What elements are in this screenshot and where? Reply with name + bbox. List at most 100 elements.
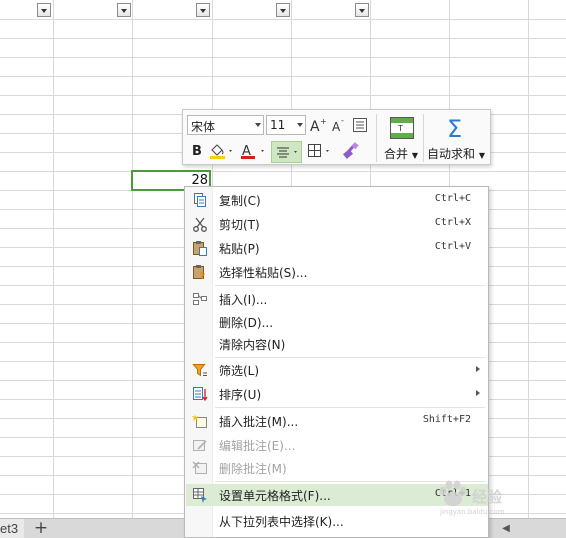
- format-painter-icon: [343, 142, 359, 159]
- align-center-button[interactable]: [271, 141, 302, 163]
- borders-icon: [308, 144, 329, 157]
- menu-item-shortcut: Ctrl+V: [434, 241, 471, 252]
- menu-item-cut[interactable]: 剪切(T) Ctrl+X: [186, 213, 488, 235]
- autosum-icon-button[interactable]: Σ: [441, 114, 471, 142]
- gridline: [132, 0, 133, 518]
- menu-item-sort[interactable]: 排序(U): [186, 383, 488, 405]
- gridline: [0, 57, 566, 58]
- submenu-arrow-icon: [476, 366, 480, 372]
- bold-button[interactable]: B: [188, 141, 206, 161]
- sheet-tab[interactable]: et3: [0, 519, 25, 538]
- menu-item-clear-contents[interactable]: 清除内容(N): [186, 333, 488, 355]
- scroll-left-icon[interactable]: ◀: [496, 519, 516, 538]
- gridline: [0, 76, 566, 77]
- menu-separator: [215, 285, 485, 286]
- scissors-icon: [193, 217, 207, 232]
- filter-dropdown-button[interactable]: [355, 3, 369, 17]
- menu-item-insert-comment[interactable]: 插入批注(M)... Shift+F2: [186, 410, 488, 432]
- menu-separator: [215, 357, 485, 358]
- menu-item-shortcut: Shift+F2: [422, 414, 471, 425]
- chevron-down-icon: ▼: [478, 151, 485, 160]
- menu-separator: [215, 407, 485, 408]
- menu-item-label: 删除批注(M): [219, 462, 287, 476]
- svg-text:?: ?: [200, 272, 205, 280]
- filter-dropdown-button[interactable]: [276, 3, 290, 17]
- filter-dropdown-button[interactable]: [37, 3, 51, 17]
- sigma-icon: Σ: [447, 116, 462, 140]
- fill-color-button[interactable]: [208, 141, 236, 161]
- decrease-font-size-button[interactable]: A-: [330, 115, 348, 135]
- menu-item-delete[interactable]: 删除(D)...: [186, 311, 488, 333]
- submenu-arrow-icon: [476, 390, 480, 396]
- menu-item-insert[interactable]: 插入(I)...: [186, 288, 488, 310]
- font-shrink-icon: A-: [332, 116, 344, 134]
- menu-item-delete-comment: 删除批注(M): [186, 457, 488, 479]
- svg-text:+: +: [320, 117, 327, 126]
- edit-comment-icon: [193, 440, 207, 451]
- chevron-down-icon: [297, 123, 303, 127]
- filter-icon: [192, 364, 207, 377]
- baidu-jingyan-watermark: 经验 jingyan.baidu.com: [436, 480, 522, 520]
- paint-bucket-icon: [210, 144, 232, 159]
- merge-button[interactable]: 合并 ▼: [384, 145, 418, 162]
- menu-item-label: 清除内容(N): [219, 338, 286, 352]
- chevron-down-icon: [255, 123, 261, 127]
- text-box-icon: [353, 118, 367, 132]
- menu-item-label: 设置单元格格式(F)...: [219, 489, 331, 503]
- toolbar-separator: [423, 114, 424, 162]
- chevron-down-icon: ▼: [411, 151, 418, 160]
- svg-text:Σ: Σ: [447, 116, 462, 140]
- merge-cells-icon-button[interactable]: T: [382, 114, 422, 142]
- font-size-select[interactable]: 11: [266, 115, 306, 135]
- menu-item-copy[interactable]: 复制(C) Ctrl+C: [186, 189, 488, 211]
- menu-item-label: 排序(U): [219, 388, 262, 402]
- add-sheet-button[interactable]: +: [30, 519, 52, 538]
- gridline: [0, 19, 566, 20]
- svg-text:-: -: [341, 116, 344, 125]
- paste-icon: [193, 241, 207, 256]
- baidu-paw-logo: [439, 480, 467, 506]
- font-grow-icon: A +: [310, 117, 327, 134]
- merge-label: 合并: [384, 147, 409, 161]
- toolbar-separator: [376, 114, 377, 162]
- gridline: [528, 0, 529, 518]
- gridline: [0, 38, 566, 39]
- autosum-button[interactable]: 自动求和 ▼: [427, 145, 485, 162]
- font-name-select[interactable]: 宋体: [187, 115, 264, 135]
- menu-item-paste-special[interactable]: ? 选择性粘贴(S)...: [186, 261, 488, 283]
- insert-comment-icon: [192, 414, 207, 428]
- borders-button[interactable]: [305, 141, 335, 161]
- menu-item-shortcut: Ctrl+C: [434, 193, 471, 204]
- format-painter-button[interactable]: [340, 141, 362, 161]
- menu-item-shortcut: Ctrl+X: [434, 217, 471, 228]
- menu-item-label: 筛选(L): [219, 364, 260, 378]
- floating-format-toolbar: 宋体 11 A + A- B A T 合并 ▼ Σ 自动求和 ▼: [182, 109, 491, 165]
- increase-font-size-button[interactable]: A +: [309, 115, 327, 135]
- autosum-label: 自动求和: [427, 147, 476, 161]
- copy-icon: [194, 193, 206, 207]
- menu-item-label: 剪切(T): [219, 218, 260, 232]
- format-cells-icon: [193, 488, 207, 503]
- menu-item-label: 编辑批注(E)...: [219, 439, 296, 453]
- menu-item-label: 粘贴(P): [219, 242, 260, 256]
- gridline: [0, 171, 566, 172]
- menu-item-label: 删除(D)...: [219, 316, 274, 330]
- menu-item-label: 从下拉列表中选择(K)...: [219, 515, 344, 529]
- font-size-value: 11: [270, 118, 286, 132]
- menu-item-label: 插入批注(M)...: [219, 415, 299, 429]
- filter-header-row: [0, 0, 566, 20]
- watermark-url: jingyan.baidu.com: [440, 508, 505, 516]
- menu-item-filter[interactable]: 筛选(L): [186, 359, 488, 381]
- wrap-format-button[interactable]: [351, 115, 369, 135]
- menu-item-paste[interactable]: 粘贴(P) Ctrl+V: [186, 237, 488, 259]
- font-color-button[interactable]: A: [239, 141, 269, 161]
- menu-item-label: 复制(C): [219, 194, 261, 208]
- gridline: [53, 0, 54, 518]
- bold-label: B: [192, 143, 202, 159]
- paste-special-icon: ?: [193, 265, 205, 280]
- filter-dropdown-button[interactable]: [196, 3, 210, 17]
- filter-dropdown-button[interactable]: [117, 3, 131, 17]
- watermark-text: 经验: [472, 488, 503, 506]
- insert-cells-icon: [193, 293, 207, 305]
- gridline: [0, 95, 566, 96]
